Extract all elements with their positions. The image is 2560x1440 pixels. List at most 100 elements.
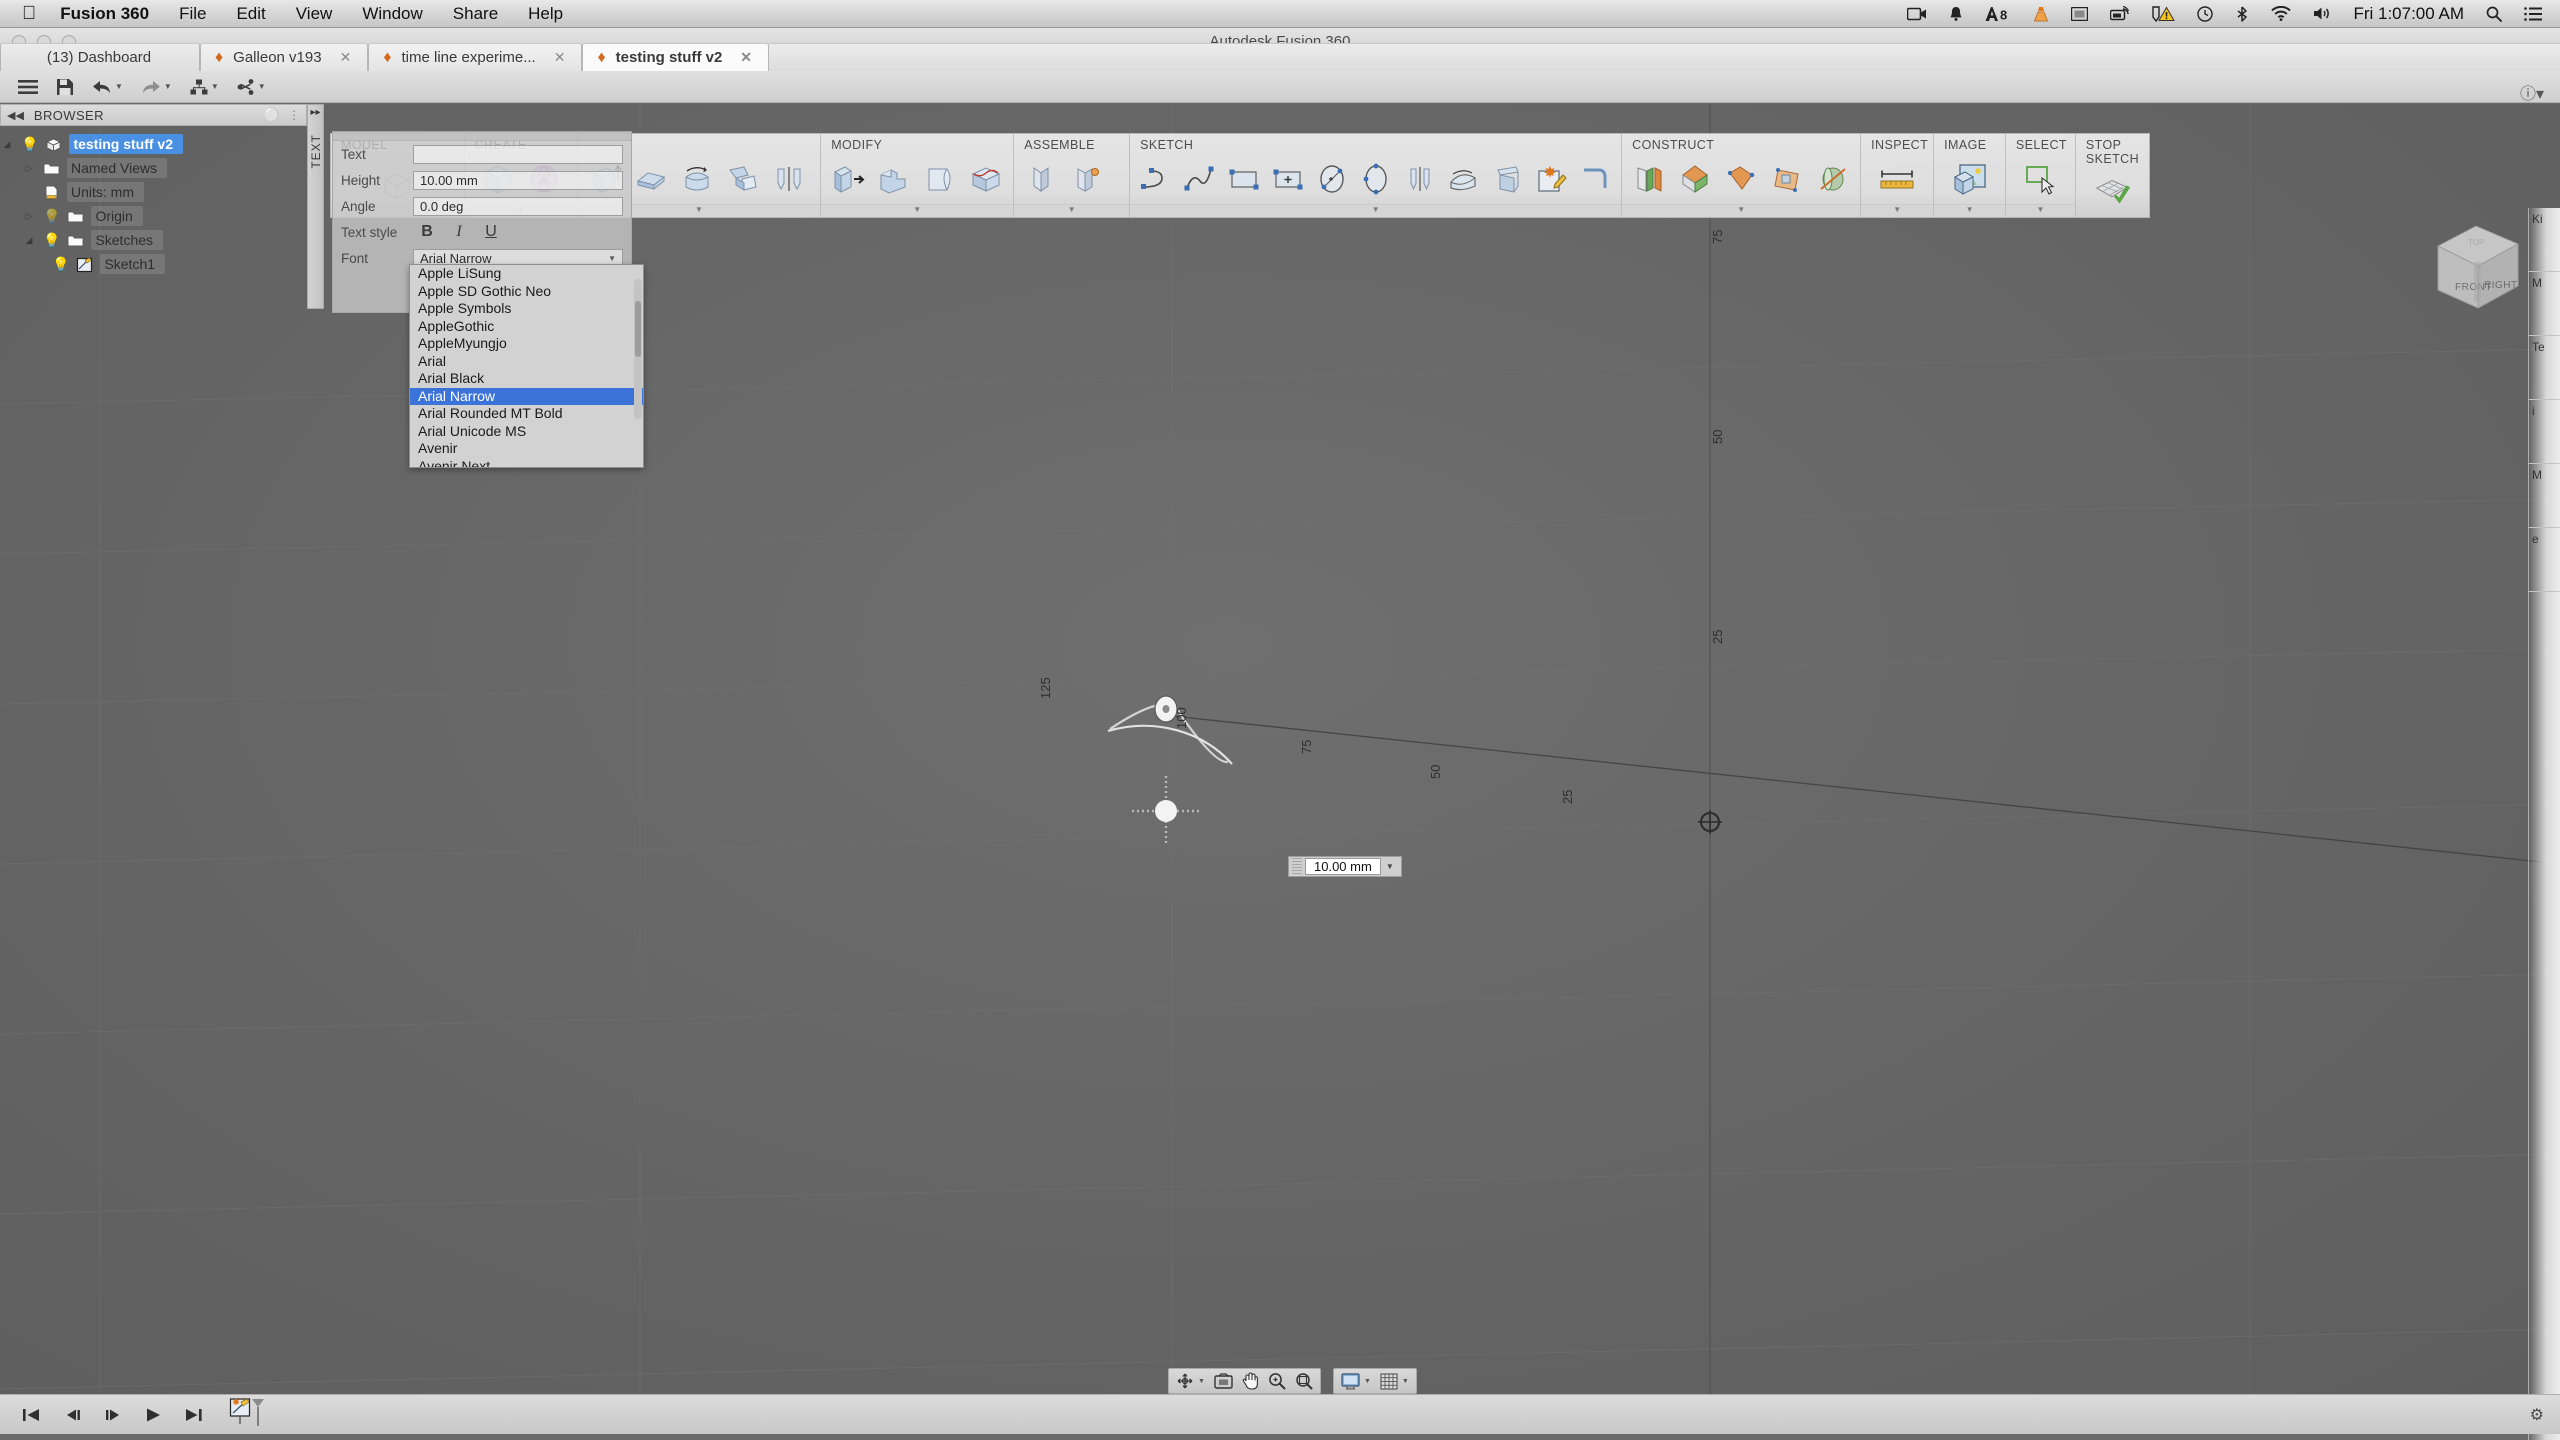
menu-clock[interactable]: Fri 1:07:00 AM: [2353, 4, 2464, 24]
menu-share[interactable]: Share: [453, 4, 498, 24]
tree-item-testing-stuff-v2[interactable]: ◢ 💡 testing stuff v2: [0, 132, 307, 156]
hand-pan-icon[interactable]: [1242, 1372, 1259, 1390]
group-expand-caret[interactable]: ▼: [2005, 204, 2075, 217]
text-panel-tab[interactable]: ▸▸ TEXT: [307, 104, 324, 309]
display-icon[interactable]: [2071, 6, 2089, 21]
dropdown-caret-icon[interactable]: ▼: [1386, 862, 1394, 871]
shell-icon[interactable]: [919, 158, 961, 200]
menu-window[interactable]: Window: [362, 4, 422, 24]
font-option-partial[interactable]: Avenir Next: [410, 458, 643, 467]
chevron-down-icon[interactable]: ▼: [258, 82, 266, 91]
airplay-icon[interactable]: [2110, 6, 2130, 21]
collapse-arrow-icon[interactable]: ▷: [22, 211, 36, 222]
revolve-icon[interactable]: [630, 158, 672, 200]
tab-dashboard[interactable]: (13) Dashboard: [0, 43, 200, 71]
italic-button[interactable]: I: [449, 223, 469, 241]
grid-caret[interactable]: ▼: [1402, 1378, 1409, 1385]
measure-icon[interactable]: [1876, 158, 1918, 200]
canvas-image-icon[interactable]: [1949, 158, 1991, 200]
spline-icon[interactable]: [1180, 158, 1220, 200]
dimension-value[interactable]: 10.00 mm: [1305, 858, 1381, 875]
chevron-down-icon[interactable]: ▼: [115, 82, 123, 91]
ellipse-icon[interactable]: [1356, 158, 1396, 200]
new-component-icon[interactable]: [1020, 158, 1062, 200]
arc-icon[interactable]: [1400, 158, 1440, 200]
drag-grip[interactable]: [1292, 858, 1302, 875]
screen-record-icon[interactable]: [1907, 7, 1927, 21]
vertical-scrollbar[interactable]: [634, 279, 642, 419]
hidden-side-panel[interactable]: Ki M Te i M e: [2528, 208, 2560, 1440]
close-icon[interactable]: ✕: [554, 49, 566, 66]
tree-item-units[interactable]: Units: mm: [0, 180, 307, 204]
sketch1-feature-icon[interactable]: [229, 1397, 271, 1432]
visibility-bulb-icon[interactable]: 💡: [21, 137, 38, 151]
slot-icon[interactable]: [1487, 158, 1527, 200]
close-icon[interactable]: ✕: [340, 49, 352, 66]
visibility-bulb-icon[interactable]: 💡: [43, 209, 60, 223]
fillet-icon[interactable]: [873, 158, 915, 200]
hamburger-menu-icon[interactable]: [18, 79, 38, 95]
search-icon[interactable]: [2486, 6, 2502, 22]
panel-row[interactable]: M: [2529, 464, 2560, 528]
panel-row[interactable]: Te: [2529, 336, 2560, 400]
font-option-apple-lisung[interactable]: Apple LiSung: [410, 265, 643, 283]
expand-right-icon[interactable]: ▸▸: [308, 107, 323, 118]
grid-snap-icon[interactable]: [1380, 1373, 1398, 1390]
display-settings-icon[interactable]: [1341, 1372, 1360, 1390]
menu-edit[interactable]: Edit: [236, 4, 265, 24]
tree-item-origin[interactable]: ▷ 💡 Origin: [0, 204, 307, 228]
polygon-icon[interactable]: [1444, 158, 1484, 200]
volume-icon[interactable]: [2313, 6, 2331, 21]
scrollbar-thumb[interactable]: [635, 301, 641, 357]
group-expand-caret[interactable]: ▼: [1934, 204, 2005, 217]
menu-file[interactable]: File: [179, 4, 206, 24]
expand-arrow-icon[interactable]: ◢: [0, 139, 14, 150]
font-option-arial-rounded-mt-bold[interactable]: Arial Rounded MT Bold: [410, 405, 643, 423]
chevron-down-icon[interactable]: ▼: [211, 82, 219, 91]
plane-angle-icon[interactable]: [1674, 158, 1716, 200]
fit-view-icon[interactable]: [1295, 1372, 1313, 1390]
text-icon[interactable]: [1531, 158, 1571, 200]
bold-button[interactable]: B: [417, 223, 437, 241]
visibility-bulb-icon[interactable]: 💡: [52, 257, 69, 271]
stop-sketch-icon[interactable]: [2091, 171, 2133, 213]
tab-galleon[interactable]: ♦ Galleon v193 ✕: [200, 43, 369, 71]
plane-3point-icon[interactable]: [1766, 158, 1808, 200]
chevron-down-icon[interactable]: ▼: [608, 254, 616, 263]
redo-icon[interactable]: ▼: [141, 79, 172, 95]
tree-item-sketches[interactable]: ◢ 💡 Sketches: [0, 228, 307, 252]
step-forward-icon[interactable]: [104, 1407, 123, 1423]
panel-row[interactable]: i: [2529, 400, 2560, 464]
rib-icon[interactable]: [768, 158, 810, 200]
pan-view-icon[interactable]: [1214, 1372, 1233, 1390]
chevron-down-icon[interactable]: ▼: [164, 82, 172, 91]
loft-icon[interactable]: [722, 158, 764, 200]
angle-input[interactable]: 0.0 deg: [413, 196, 623, 216]
warning-icon[interactable]: [2151, 5, 2176, 22]
play-icon[interactable]: [145, 1407, 162, 1423]
bluetooth-icon[interactable]: [2235, 5, 2249, 22]
display-caret[interactable]: ▼: [1364, 1378, 1371, 1385]
tree-item-named-views[interactable]: ▷ Named Views: [0, 156, 307, 180]
line-icon[interactable]: [1136, 158, 1176, 200]
time-machine-icon[interactable]: [2197, 5, 2214, 22]
font-option-apple-sd-gothic-neo[interactable]: Apple SD Gothic Neo: [410, 283, 643, 301]
collapse-left-icon[interactable]: ◀◀: [7, 109, 24, 122]
tree-item-sketch1[interactable]: 💡 Sketch1: [0, 252, 307, 276]
font-option-avenir[interactable]: Avenir: [410, 440, 643, 458]
zoom-icon[interactable]: [1268, 1372, 1286, 1390]
axis-icon[interactable]: [1812, 158, 1854, 200]
joint-icon[interactable]: [1066, 158, 1108, 200]
group-expand-caret[interactable]: ▼: [821, 204, 1014, 217]
expand-arrow-icon[interactable]: ◢: [22, 235, 36, 246]
menu-view[interactable]: View: [296, 4, 333, 24]
dialog-header[interactable]: [333, 132, 631, 141]
view-cube[interactable]: FRONT RIGHT TOP: [2418, 212, 2538, 322]
collapse-arrow-icon[interactable]: ▷: [22, 163, 36, 174]
midplane-icon[interactable]: [1720, 158, 1762, 200]
height-input[interactable]: 10.00 mm: [413, 170, 623, 190]
vlc-icon[interactable]: [2033, 6, 2049, 22]
font-option-arial-black[interactable]: Arial Black: [410, 370, 643, 388]
go-to-start-icon[interactable]: [22, 1407, 41, 1423]
menu-app-name[interactable]: Fusion 360: [60, 4, 149, 24]
